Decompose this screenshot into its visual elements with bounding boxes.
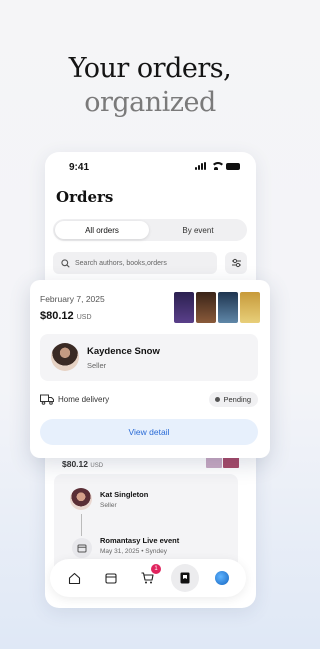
book-thumbnails	[174, 292, 260, 323]
view-detail-button[interactable]: View detail	[40, 419, 258, 445]
headline: Your orders, organized	[0, 52, 300, 120]
delivery-row: Home delivery Pending	[40, 392, 258, 408]
wifi-icon	[211, 162, 225, 170]
page-title: Orders	[56, 188, 114, 206]
status-badge: Pending	[209, 392, 258, 407]
tab-calendar[interactable]	[97, 564, 125, 592]
order-price-value: $80.12	[40, 310, 74, 322]
seller-info[interactable]: Kaydence Snow Seller	[40, 334, 258, 381]
book-thumbnail[interactable]	[240, 292, 260, 323]
search-input[interactable]: Search authors, books,orders	[53, 252, 217, 274]
avatar	[70, 488, 92, 510]
order2-event-name: Romantasy Live event	[100, 536, 180, 545]
order2-currency: USD	[90, 463, 104, 469]
timeline-connector	[81, 514, 82, 536]
cart-badge: 1	[150, 564, 161, 574]
headline-line2: organized	[84, 87, 216, 118]
order-card[interactable]: February 7, 2025 $80.12 USD Kaydence Sno…	[30, 280, 270, 458]
tab-home[interactable]	[60, 564, 88, 592]
headline-line1: Your orders,	[68, 53, 232, 84]
status-icons	[195, 162, 240, 170]
order-date: February 7, 2025	[40, 294, 105, 304]
tab-orders[interactable]	[170, 564, 199, 592]
order-price: $80.12 USD	[40, 310, 92, 322]
tab-profile[interactable]	[208, 564, 236, 592]
order2-seller-role: Seller	[100, 502, 117, 509]
bottom-tab-bar: 1	[50, 559, 246, 597]
order2-price-value: $80.12	[62, 459, 88, 469]
calendar-icon	[72, 538, 92, 558]
segmented-control: All orders By event	[53, 219, 247, 241]
signal-icon	[195, 162, 206, 170]
book-thumbnail[interactable]	[196, 292, 216, 323]
battery-icon	[226, 162, 240, 170]
order-currency: USD	[76, 314, 92, 321]
tab-by-event[interactable]: By event	[151, 221, 245, 239]
search-placeholder: Search authors, books,orders	[75, 259, 167, 267]
status-time: 9:41	[69, 162, 90, 173]
search-icon	[61, 258, 70, 268]
seller-role: Seller	[87, 361, 107, 370]
order2-event-meta: May 31, 2025 • Syndey	[100, 548, 167, 555]
avatar	[51, 343, 79, 371]
cart-icon	[141, 572, 155, 584]
order2-seller-name: Kat Singleton	[100, 490, 149, 499]
calendar-icon	[105, 573, 117, 584]
home-icon	[68, 572, 80, 584]
orders-icon	[180, 572, 190, 584]
book-thumbnail[interactable]	[174, 292, 194, 323]
tab-all-orders[interactable]: All orders	[55, 221, 149, 239]
order2-price: $80.12 USD	[62, 459, 103, 469]
tab-cart[interactable]: 1	[134, 564, 162, 592]
delivery-method: Home delivery	[58, 395, 110, 404]
sliders-icon	[231, 258, 241, 268]
seller-name: Kaydence Snow	[87, 346, 160, 357]
book-thumbnail[interactable]	[218, 292, 238, 323]
filter-button[interactable]	[225, 252, 247, 274]
truck-icon	[40, 394, 54, 405]
profile-icon	[214, 571, 229, 585]
